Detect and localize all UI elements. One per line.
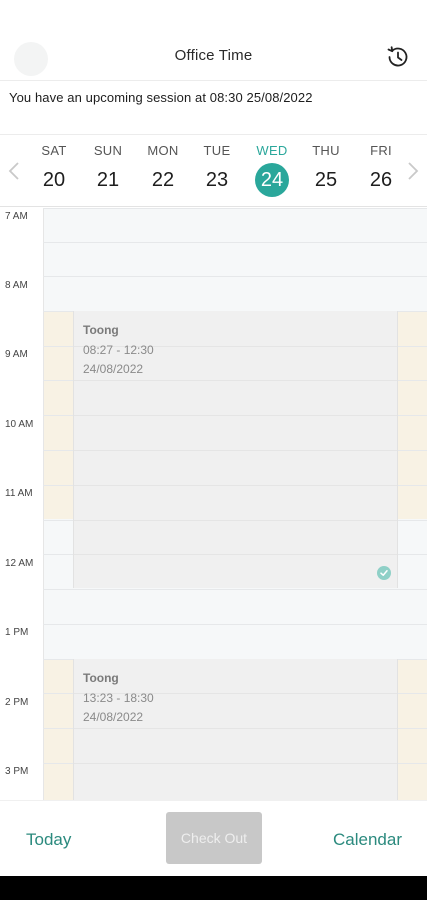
day-number: 23	[205, 169, 229, 191]
day-name: SAT	[41, 143, 67, 158]
day-number: 26	[369, 169, 393, 191]
history-clock-icon[interactable]	[385, 44, 411, 70]
hour-label: 9 AM	[5, 349, 28, 360]
day-name: MON	[147, 143, 179, 158]
day-number: 20	[42, 169, 66, 191]
day-sun[interactable]: SUN 21	[81, 135, 135, 207]
day-sat[interactable]: SAT 20	[27, 135, 81, 207]
grid-line	[74, 450, 397, 451]
day-number: 25	[314, 169, 338, 191]
day-tue[interactable]: TUE 23	[190, 135, 244, 207]
grid-line	[74, 763, 397, 764]
grid-line	[74, 520, 397, 521]
event-date: 24/08/2022	[83, 710, 144, 724]
hour-label: 11 AM	[5, 488, 33, 499]
hour-label: 12 AM	[5, 558, 34, 569]
grid-line	[43, 242, 427, 243]
day-number: 24	[255, 163, 289, 197]
session-event[interactable]: Toong 13:23 - 18:30 24/08/2022	[73, 659, 398, 800]
day-wed-selected[interactable]: WED 24	[245, 135, 299, 207]
system-navigation-bar	[0, 876, 427, 900]
session-event[interactable]: Toong 08:27 - 12:30 24/08/2022	[73, 311, 398, 588]
grid-line	[43, 208, 427, 209]
day-name: TUE	[203, 143, 231, 158]
grid-line	[43, 624, 427, 625]
session-shade-right	[398, 659, 427, 800]
day-timeline[interactable]: 7 AM 8 AM 9 AM 10 AM 11 AM 12 AM 1 PM 2 …	[0, 208, 427, 800]
grid-line	[74, 415, 397, 416]
hour-label: 2 PM	[5, 697, 29, 708]
page-title: Office Time	[174, 47, 253, 64]
hour-label: 1 PM	[5, 627, 29, 638]
event-date: 24/08/2022	[83, 362, 144, 376]
hour-label: 8 AM	[5, 280, 28, 291]
grid-line	[74, 485, 397, 486]
event-time: 08:27 - 12:30	[83, 343, 154, 357]
bottom-action-bar: Today Check Out Calendar	[0, 800, 427, 876]
chevron-right-icon[interactable]	[405, 161, 421, 181]
week-day-selector: SAT 20 SUN 21 MON 22 TUE 23 WED 24 THU 2…	[0, 134, 427, 207]
grid-line	[43, 276, 427, 277]
event-time: 13:23 - 18:30	[83, 691, 154, 705]
day-name: SUN	[93, 143, 123, 158]
day-mon[interactable]: MON 22	[136, 135, 190, 207]
calendar-button[interactable]: Calendar	[333, 830, 402, 850]
check-out-button[interactable]: Check Out	[166, 812, 262, 864]
day-name: WED	[256, 143, 288, 158]
chevron-left-icon[interactable]	[6, 161, 22, 181]
day-name: THU	[312, 143, 340, 158]
grid-line	[43, 589, 427, 590]
app-header: Office Time	[0, 0, 427, 80]
check-circle-icon	[377, 566, 391, 580]
event-name: Toong	[83, 671, 119, 685]
upcoming-session-banner: You have an upcoming session at 08:30 25…	[0, 80, 427, 134]
hour-label: 3 PM	[5, 766, 29, 777]
hour-label: 7 AM	[5, 211, 28, 222]
day-number: 22	[151, 169, 175, 191]
day-number: 21	[96, 169, 120, 191]
grid-line	[74, 554, 397, 555]
day-thu[interactable]: THU 25	[299, 135, 353, 207]
event-name: Toong	[83, 323, 119, 337]
grid-line	[74, 728, 397, 729]
grid-line	[74, 380, 397, 381]
session-shade-left	[44, 659, 73, 800]
hour-label: 10 AM	[5, 419, 34, 430]
today-button[interactable]: Today	[26, 830, 71, 850]
upcoming-session-text: You have an upcoming session at 08:30 25…	[9, 90, 313, 105]
day-name: FRI	[370, 143, 392, 158]
day-fri[interactable]: FRI 26	[354, 135, 408, 207]
